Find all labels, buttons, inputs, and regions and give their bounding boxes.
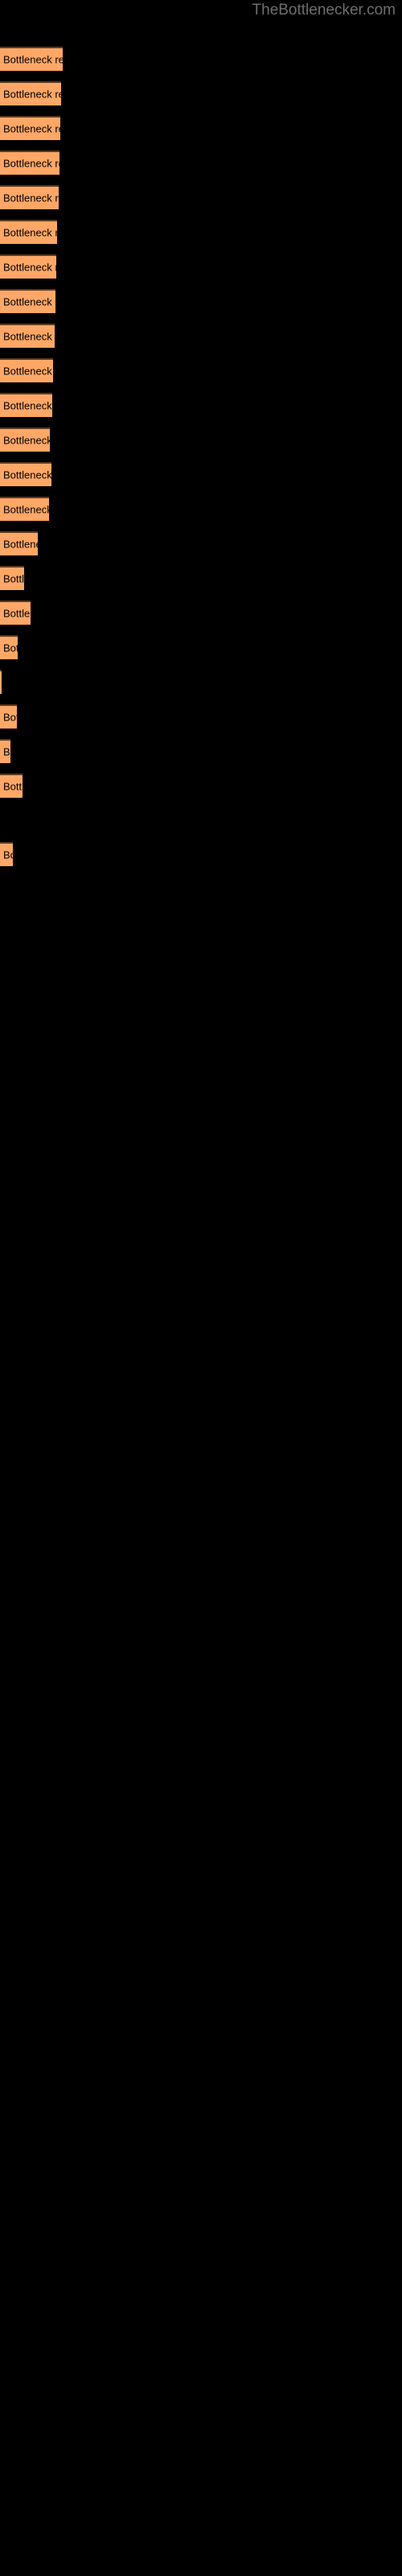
bar-label: Bottleneck result — [3, 642, 18, 654]
bar-bottleneck-result: Bottleneck result — [0, 601, 31, 625]
bar-bottleneck-result: Bottleneck result — [0, 116, 60, 140]
bar-bottleneck-result: Bottleneck result — [0, 635, 18, 659]
bar-label: Bottleneck result — [3, 780, 23, 793]
bar-label: Bottleneck result — [3, 226, 57, 239]
bar-bottleneck-result: Bottleneck result — [0, 81, 61, 105]
bar-bottleneck-result: Bottleneck result — [0, 462, 51, 486]
bar-label: Bottleneck result — [3, 365, 53, 378]
bar-bottleneck-result: Bottleneck result — [0, 704, 17, 729]
bar-label: Bottleneck result — [3, 122, 60, 135]
bar-label: Bottleneck result — [3, 572, 24, 585]
bar-bottleneck-result: Bottleneck result — [0, 254, 56, 279]
bar-bottleneck-result: Bottleneck result — [0, 670, 2, 694]
bar-label: Bottleneck result — [3, 192, 59, 204]
bar-bottleneck-result: Bottleneck result — [0, 842, 13, 866]
bar-bottleneck-result: Bottleneck result — [0, 289, 55, 313]
bar-label: Bottleneck result — [3, 157, 59, 170]
bar-label: Bottleneck result — [3, 469, 51, 481]
bar-label: Bottleneck result — [3, 503, 49, 516]
bar-bottleneck-result: Bottleneck result — [0, 220, 57, 244]
bar-bottleneck-result: Bottleneck result — [0, 566, 24, 590]
bar-label: Bottleneck result — [3, 88, 61, 101]
bar-bottleneck-result: Bottleneck result — [0, 393, 52, 417]
bar-bottleneck-result: Bottleneck result — [0, 185, 59, 209]
bar-label: Bottleneck result — [3, 848, 13, 861]
bar-bottleneck-result: Bottleneck result — [0, 151, 59, 175]
bar-label: Bottleneck result — [3, 745, 10, 758]
bar-bottleneck-result: Bottleneck result — [0, 358, 53, 382]
bar-label: Bottleneck result — [3, 399, 52, 412]
bar-bottleneck-result: Bottleneck result — [0, 739, 10, 763]
bar-bottleneck-result: Bottleneck result — [0, 531, 38, 555]
bar-label: Bottleneck result — [3, 261, 56, 274]
bar-label: Bottleneck result — [3, 607, 31, 620]
bar-label: Bottleneck result — [3, 330, 55, 343]
bar-bottleneck-result: Bottleneck result — [0, 774, 23, 798]
bar-label: Bottleneck result — [3, 538, 38, 551]
bar-bottleneck-result: Bottleneck result — [0, 497, 49, 521]
bar-bottleneck-result: Bottleneck result — [0, 427, 50, 452]
bar-bottleneck-result: Bottleneck result — [0, 324, 55, 348]
bar-label: Bottleneck result — [3, 295, 55, 308]
bottleneck-bar-chart: Bottleneck result Bottleneck result Bottle… — [0, 0, 402, 2576]
bar-label: Bottleneck result — [3, 53, 63, 66]
bar-label: Bottleneck result — [3, 711, 17, 724]
bar-label: Bottleneck result — [3, 434, 50, 447]
bar-bottleneck-result: Bottleneck result — [0, 47, 63, 71]
